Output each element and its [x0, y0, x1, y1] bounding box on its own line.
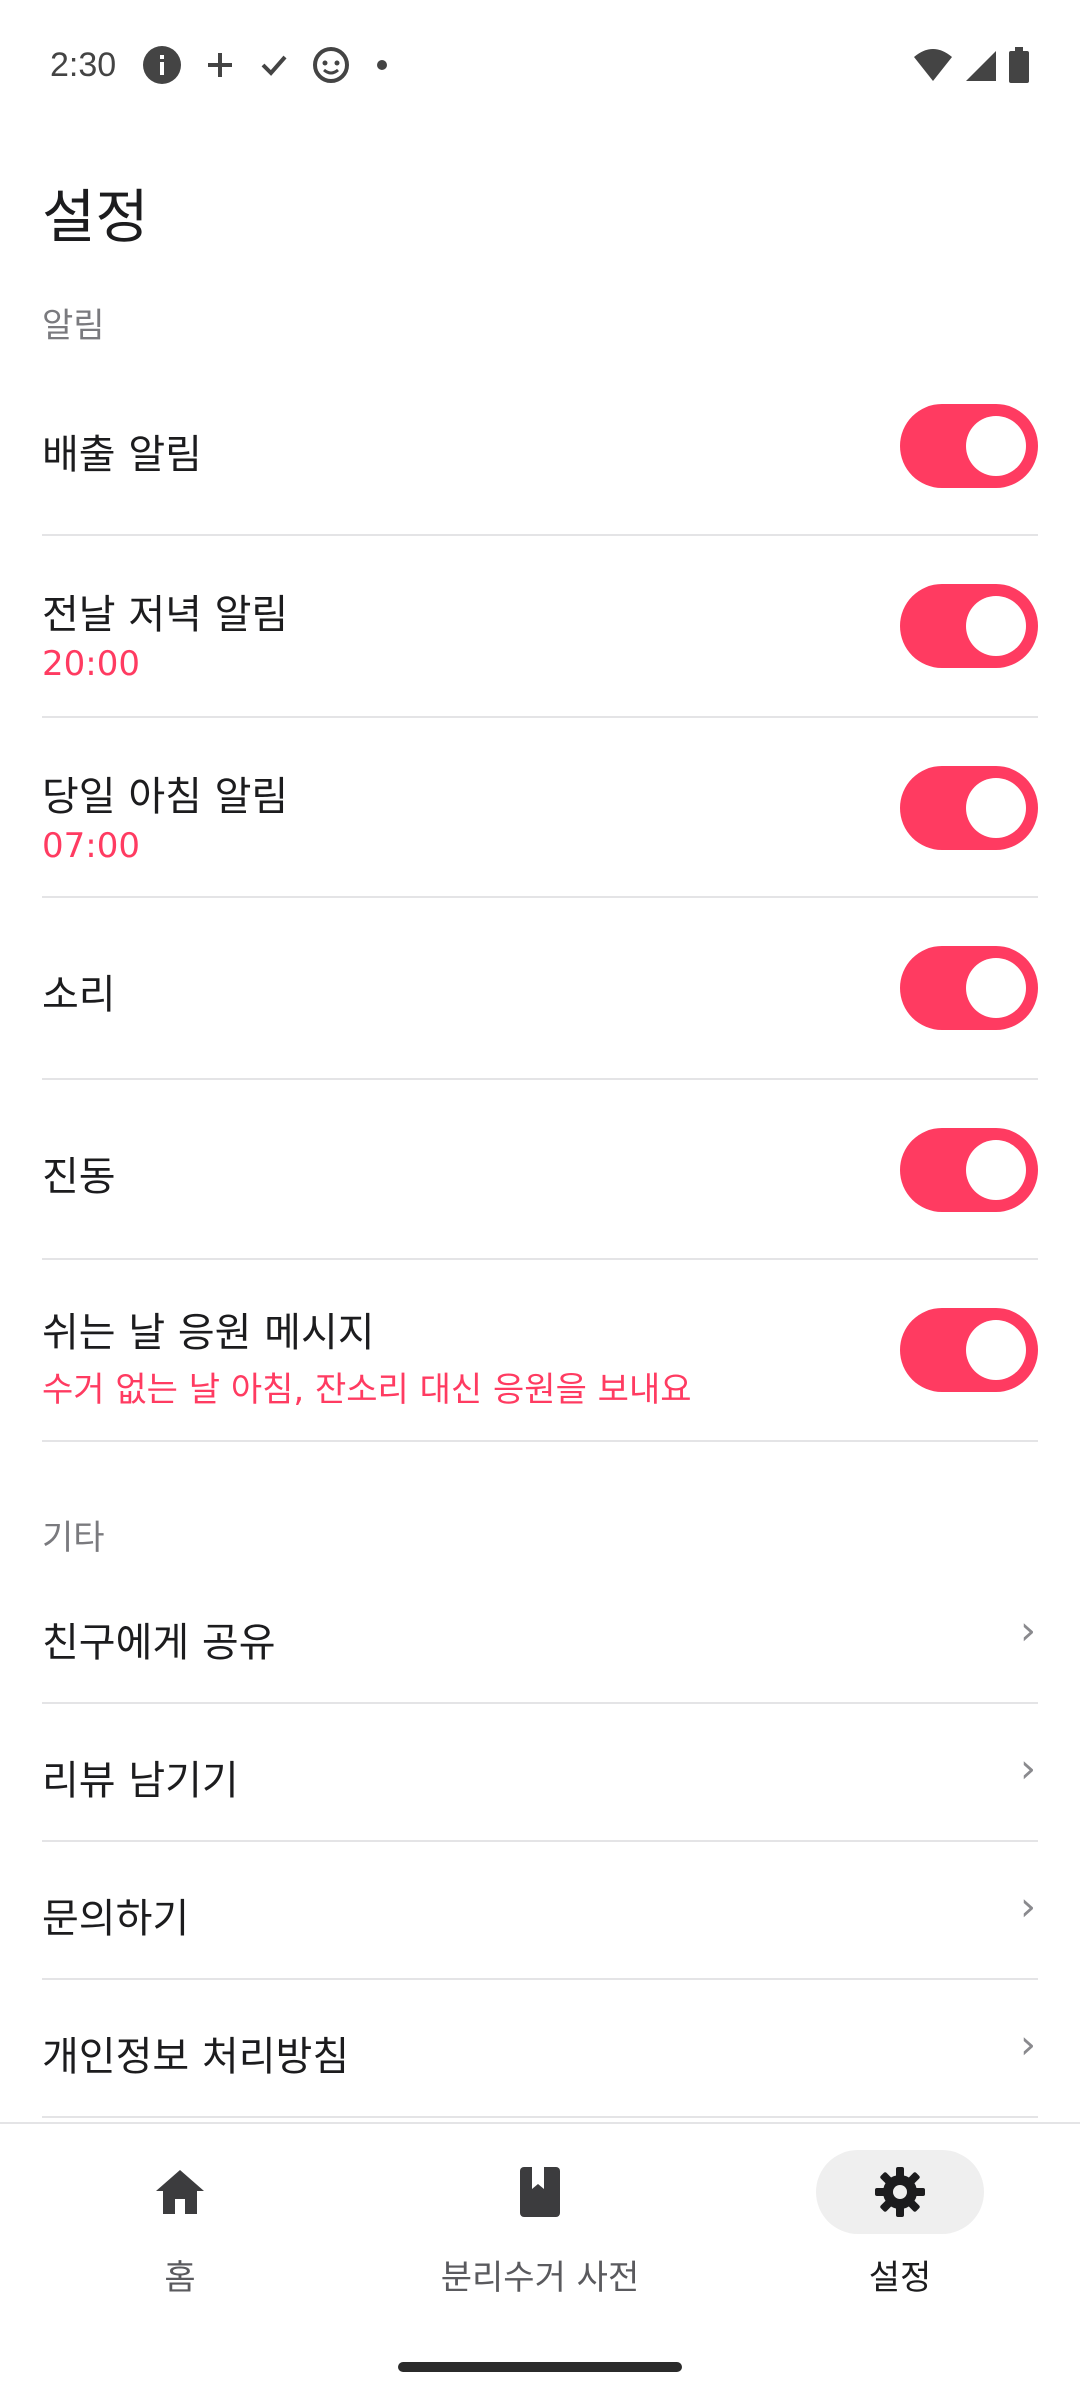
row-label: 배출 알림: [42, 432, 202, 478]
row-label: 리뷰 남기기: [42, 1758, 239, 1804]
home-indicator[interactable]: [398, 2362, 682, 2372]
alarm-row-vibration[interactable]: 진동: [42, 1080, 1038, 1260]
status-bar: 2:30: [0, 0, 1080, 130]
sound-toggle[interactable]: [900, 946, 1038, 1030]
section-label-alarm: 알림: [42, 306, 105, 346]
alarm-row-disposal[interactable]: 배출 알림: [42, 360, 1038, 536]
signal-icon: [966, 51, 996, 81]
vibration-toggle[interactable]: [900, 1128, 1038, 1212]
status-time: 2:30: [50, 45, 117, 84]
dot-icon: [377, 60, 388, 70]
face-icon: [313, 47, 350, 83]
settings-screen: 2:30 설정 알림 배출 알림 전날 저녁 알림 20:00 당일 아침 알림…: [0, 0, 1080, 2400]
book-icon: [520, 2167, 560, 2217]
nav-label: 홈: [164, 2258, 196, 2298]
toggle-knob: [966, 958, 1026, 1018]
chevron-right-icon: ›: [1020, 2022, 1036, 2068]
holiday-cheer-toggle[interactable]: [900, 1308, 1038, 1392]
gear-icon: [875, 2167, 925, 2217]
row-label: 소리: [42, 972, 116, 1018]
nav-home[interactable]: 홈: [0, 2124, 360, 2324]
morning-alarm-toggle[interactable]: [900, 766, 1038, 850]
check-icon: [261, 55, 287, 76]
page-title: 설정: [42, 183, 149, 251]
alarm-row-holiday-cheer[interactable]: 쉬는 날 응원 메시지 수거 없는 날 아침, 잔소리 대신 응원을 보내요: [42, 1260, 1038, 1442]
alarm-row-evening[interactable]: 전날 저녁 알림 20:00: [42, 536, 1038, 718]
alarm-row-sound[interactable]: 소리: [42, 898, 1038, 1080]
row-label: 쉬는 날 응원 메시지: [42, 1310, 375, 1356]
nav-settings[interactable]: 설정: [720, 2124, 1080, 2324]
row-label: 진동: [42, 1154, 116, 1200]
notification-icons: [142, 45, 392, 85]
wifi-icon: [914, 49, 952, 81]
row-label: 개인정보 처리방침: [42, 2034, 350, 2080]
privacy-policy-row[interactable]: 개인정보 처리방침 ›: [42, 1980, 1038, 2118]
chevron-right-icon: ›: [1020, 1884, 1036, 1930]
system-icons: [912, 46, 1030, 84]
toggle-knob: [966, 1140, 1026, 1200]
nav-recycling-dictionary[interactable]: 분리수거 사전: [360, 2124, 720, 2324]
toggle-knob: [966, 1320, 1026, 1380]
toggle-knob: [966, 596, 1026, 656]
row-label: 친구에게 공유: [42, 1620, 276, 1666]
chevron-right-icon: ›: [1020, 1608, 1036, 1654]
row-time[interactable]: 20:00: [42, 644, 288, 684]
toggle-knob: [966, 778, 1026, 838]
toggle-knob: [966, 416, 1026, 476]
row-label: 문의하기: [42, 1896, 190, 1942]
nav-label: 설정: [868, 2258, 932, 2298]
disposal-alarm-toggle[interactable]: [900, 404, 1038, 488]
plus-icon: [208, 53, 233, 77]
row-description: 수거 없는 날 아침, 잔소리 대신 응원을 보내요: [42, 1370, 692, 1410]
contact-row[interactable]: 문의하기 ›: [42, 1842, 1038, 1980]
evening-alarm-toggle[interactable]: [900, 584, 1038, 668]
info-icon: [143, 46, 182, 84]
home-icon: [156, 2170, 204, 2214]
share-with-friends-row[interactable]: 친구에게 공유 ›: [42, 1566, 1038, 1704]
nav-label: 분리수거 사전: [440, 2258, 640, 2298]
row-label: 당일 아침 알림: [42, 774, 289, 820]
row-time[interactable]: 07:00: [42, 826, 288, 866]
row-label: 전날 저녁 알림: [42, 592, 289, 638]
chevron-right-icon: ›: [1020, 1746, 1036, 1792]
section-label-other: 기타: [42, 1518, 105, 1558]
alarm-row-morning[interactable]: 당일 아침 알림 07:00: [42, 718, 1038, 898]
leave-review-row[interactable]: 리뷰 남기기 ›: [42, 1704, 1038, 1842]
bottom-navigation: 홈 분리수거 사전 설정: [0, 2122, 1080, 2400]
battery-icon: [1009, 47, 1029, 83]
